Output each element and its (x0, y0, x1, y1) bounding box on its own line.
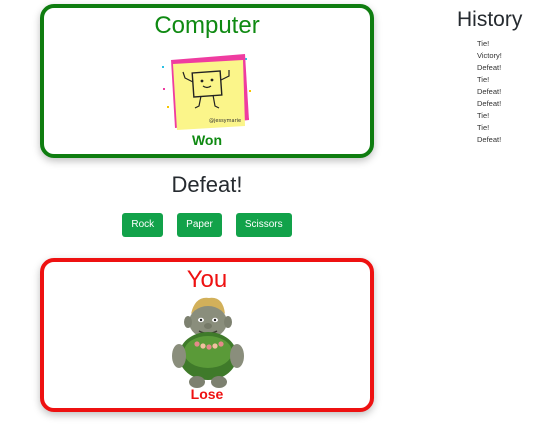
game-page: Computer @jessymarie Won Defeat! Rock Pa… (0, 0, 553, 445)
history-item: Tie! (477, 123, 490, 132)
history-item: Defeat! (477, 99, 502, 108)
rock-button[interactable]: Rock (122, 213, 164, 237)
paper-button[interactable]: Paper (177, 213, 222, 237)
scissors-button[interactable]: Scissors (235, 213, 292, 237)
history-title: History (457, 8, 523, 31)
history-item: Defeat! (477, 135, 502, 144)
history-item: Tie! (477, 111, 490, 120)
troll-rock-icon (172, 297, 244, 388)
history-panel: History Tie! Victory! Defeat! Tie! Defea… (457, 8, 553, 146)
history-item: Tie! (477, 39, 490, 48)
sticky-note-paper-icon: @jessymarie (162, 54, 251, 130)
history-item: Victory! (477, 51, 502, 60)
history-list: Tie! Victory! Defeat! Tie! Defeat! Defea… (457, 38, 553, 146)
you-status: Lose (190, 386, 224, 402)
history-item: Defeat! (477, 87, 502, 96)
you-card: You Lose (40, 258, 374, 412)
computer-card: Computer @jessymarie Won (40, 4, 374, 158)
computer-status: Won (191, 132, 223, 148)
computer-title: Computer (154, 12, 260, 39)
history-item: Defeat! (477, 63, 502, 72)
you-title: You (186, 266, 228, 293)
round-result: Defeat! (171, 172, 243, 197)
choice-buttons: Rock Paper Scissors (40, 213, 374, 237)
avatar-caption: @jessymarie (209, 118, 241, 124)
history-item: Tie! (477, 75, 490, 84)
